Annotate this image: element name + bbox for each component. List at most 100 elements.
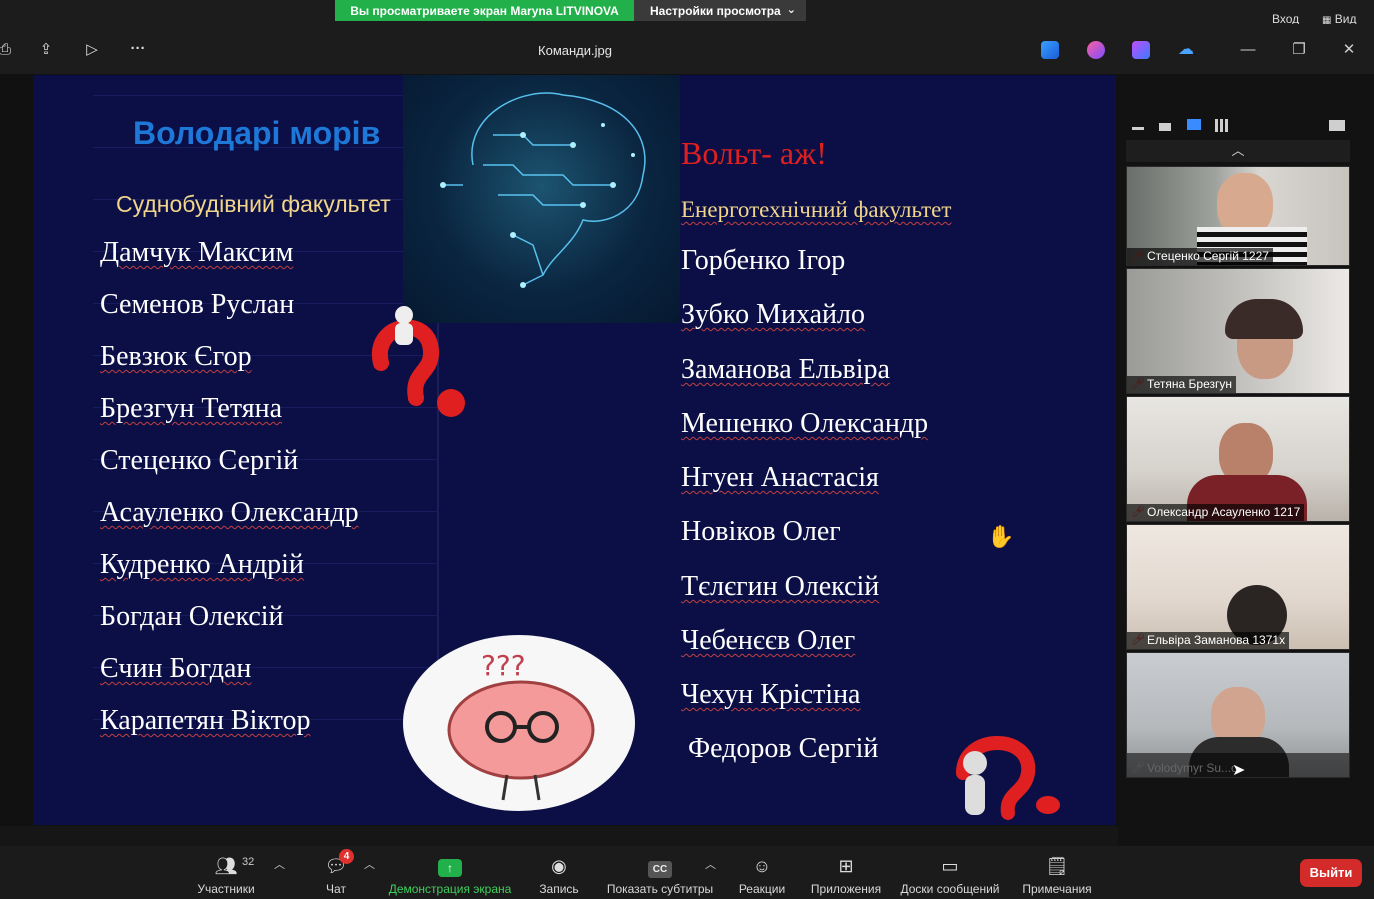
list-item: Єчин Богдан xyxy=(100,653,251,685)
status-strip xyxy=(0,826,1118,846)
participants-count: 32 xyxy=(242,856,255,868)
view-settings-label: Настройки просмотра xyxy=(650,3,781,18)
record-label: Запись xyxy=(539,882,579,896)
svg-text:???: ??? xyxy=(481,649,526,682)
copilot-icon[interactable] xyxy=(1087,41,1105,59)
left-faculty-label: Суднобудівний факультет xyxy=(116,191,391,217)
list-item: Зубко Михайло xyxy=(681,299,865,331)
circuit-brain-icon xyxy=(440,92,646,288)
onedrive-off-icon[interactable]: ☁ xyxy=(1178,41,1196,59)
minimize-layout-icon[interactable] xyxy=(1132,127,1144,130)
name-text: Новіков Олег xyxy=(681,516,841,547)
name-text: Брезгун Тетяна xyxy=(100,393,282,424)
chat-caret-icon[interactable]: ︿ xyxy=(364,856,375,872)
shared-slide: Володарі морів Вольт- аж! Суднобудівний … xyxy=(33,75,1116,825)
name-text: Дамчук Максим xyxy=(100,237,294,268)
name-text: Єчин Богдан xyxy=(100,653,252,684)
left-team-title: Володарі морів xyxy=(133,115,381,151)
list-item: Новіков Олег xyxy=(681,516,841,548)
speaker-layout-icon[interactable] xyxy=(1187,119,1201,130)
name-text: Горбенко Ігор xyxy=(681,245,846,276)
share-screen-button[interactable]: ↑ Демонстрация экрана xyxy=(388,854,512,896)
more-options-icon[interactable]: ··· xyxy=(129,41,147,57)
list-item: Богдан Олексій xyxy=(100,601,284,633)
share-screen-label: Демонстрация экрана xyxy=(388,882,512,896)
list-item: Кудренко Андрій xyxy=(100,549,304,581)
thinking-brain-image: ??? xyxy=(403,635,635,811)
list-item: Заманова Ельвіра xyxy=(681,354,890,386)
circuit-brain-image xyxy=(403,75,680,323)
leave-meeting-button[interactable]: Выйти xyxy=(1300,859,1362,887)
apps-button[interactable]: ⊞ Приложения xyxy=(808,854,884,896)
clipchamp-icon[interactable] xyxy=(1132,41,1150,59)
viewer-toolbar xyxy=(0,24,1374,74)
chevron-up-icon: ︿ xyxy=(1231,143,1245,158)
single-layout-icon[interactable] xyxy=(1159,123,1171,131)
video-tile[interactable]: 🎤︎ Ельвіра Заманова 1371х xyxy=(1126,524,1350,650)
right-faculty-label: Енерготехнічний факультет xyxy=(681,197,952,222)
name-text: Тєлєгин Олексій xyxy=(681,571,880,602)
edit-app-icon[interactable] xyxy=(1041,41,1059,59)
notes-label: Примечания xyxy=(1022,882,1092,896)
restore-icon[interactable]: ❐ xyxy=(1289,40,1309,60)
video-tile[interactable]: 🎤︎ Тетяна Брезгун xyxy=(1126,268,1350,394)
name-text: Карапетян Віктор xyxy=(100,705,311,736)
list-item: Горбенко Ігор xyxy=(681,245,845,277)
share-screen-icon: ↑ xyxy=(388,854,512,878)
question-figure-right-icon xyxy=(956,736,1060,820)
view-settings-button[interactable]: Настройки просмотра ⌄ xyxy=(634,0,806,21)
name-text: Асауленко Олександр xyxy=(100,497,359,528)
notes-icon: 🗒︎ xyxy=(1045,856,1069,876)
slideshow-icon[interactable]: ▷ xyxy=(83,42,101,58)
list-item: Чебенєєв Олег xyxy=(681,625,855,657)
list-item: Брезгун Тетяна xyxy=(100,393,282,425)
chevron-down-icon: ⌄ xyxy=(786,4,796,16)
list-item: Бевзюк Єгор xyxy=(100,341,252,373)
minimize-icon[interactable]: — xyxy=(1238,40,1258,60)
notes-button[interactable]: 🗒︎ Примечания xyxy=(1020,854,1094,896)
name-text: Стеценко Сергій xyxy=(100,445,299,476)
apps-icon: ⊞ xyxy=(838,856,854,876)
name-text: Бевзюк Єгор xyxy=(100,341,252,372)
share-out-icon[interactable]: ⇪ xyxy=(37,42,55,58)
name-text: Мешенко Олександр xyxy=(681,408,929,439)
apps-label: Приложения xyxy=(810,882,882,896)
print-icon[interactable]: ⎙ xyxy=(0,42,14,58)
popout-layout-icon[interactable] xyxy=(1329,120,1345,131)
name-text: Нгуен Анастасія xyxy=(681,462,879,493)
captions-label: Показать субтитры xyxy=(606,882,714,896)
record-icon: ◉ xyxy=(551,856,567,876)
list-item: Чехун Крістіна xyxy=(681,679,860,711)
list-item: Асауленко Олександр xyxy=(100,497,359,529)
scroll-up-button[interactable]: ︿ xyxy=(1126,140,1350,162)
participant-name: Олександр Асауленко 1217 xyxy=(1127,504,1305,521)
whiteboards-label: Доски сообщений xyxy=(900,882,1000,896)
reactions-button[interactable]: ☺ Реакции xyxy=(736,854,788,896)
participant-name: Volodymyr Su...o xyxy=(1147,761,1238,775)
list-item: Мешенко Олександр xyxy=(681,408,928,440)
participants-caret-icon[interactable]: ︿ xyxy=(274,856,285,872)
list-item: Семенов Руслан xyxy=(100,289,294,321)
video-tile[interactable]: 🎤︎ Олександр Асауленко 1217 xyxy=(1126,396,1350,522)
reactions-icon: ☺ xyxy=(752,856,772,876)
list-item: Карапетян Віктор xyxy=(100,705,311,737)
name-text: Чебенєєв Олег xyxy=(681,625,856,656)
name-text: Кудренко Андрій xyxy=(100,549,304,580)
name-text: Семенов Руслан xyxy=(100,289,295,320)
captions-caret-icon[interactable]: ︿ xyxy=(705,856,716,872)
document-title: Команди.jpg xyxy=(538,43,612,58)
name-text: Заманова Ельвіра xyxy=(681,354,890,385)
name-text: Чехун Крістіна xyxy=(681,679,861,710)
participants-label: Участники xyxy=(197,882,255,896)
whiteboards-button[interactable]: ▭ Доски сообщений xyxy=(898,854,1002,896)
layout-options xyxy=(1125,114,1350,138)
gallery-layout-icon[interactable] xyxy=(1215,119,1228,132)
name-text: Зубко Михайло xyxy=(681,299,865,330)
close-icon[interactable]: ✕ xyxy=(1339,40,1359,60)
captions-button[interactable]: CC Показать субтитры xyxy=(604,854,716,896)
video-tile[interactable]: 🎤︎ Стеценко Сергій 1227 xyxy=(1126,166,1350,266)
record-button[interactable]: ◉ Запись xyxy=(536,854,582,896)
participant-name: Стеценко Сергій 1227 xyxy=(1127,248,1273,265)
name-text: Федоров Сергій xyxy=(681,733,879,764)
participant-name: Тетяна Брезгун xyxy=(1127,376,1237,393)
